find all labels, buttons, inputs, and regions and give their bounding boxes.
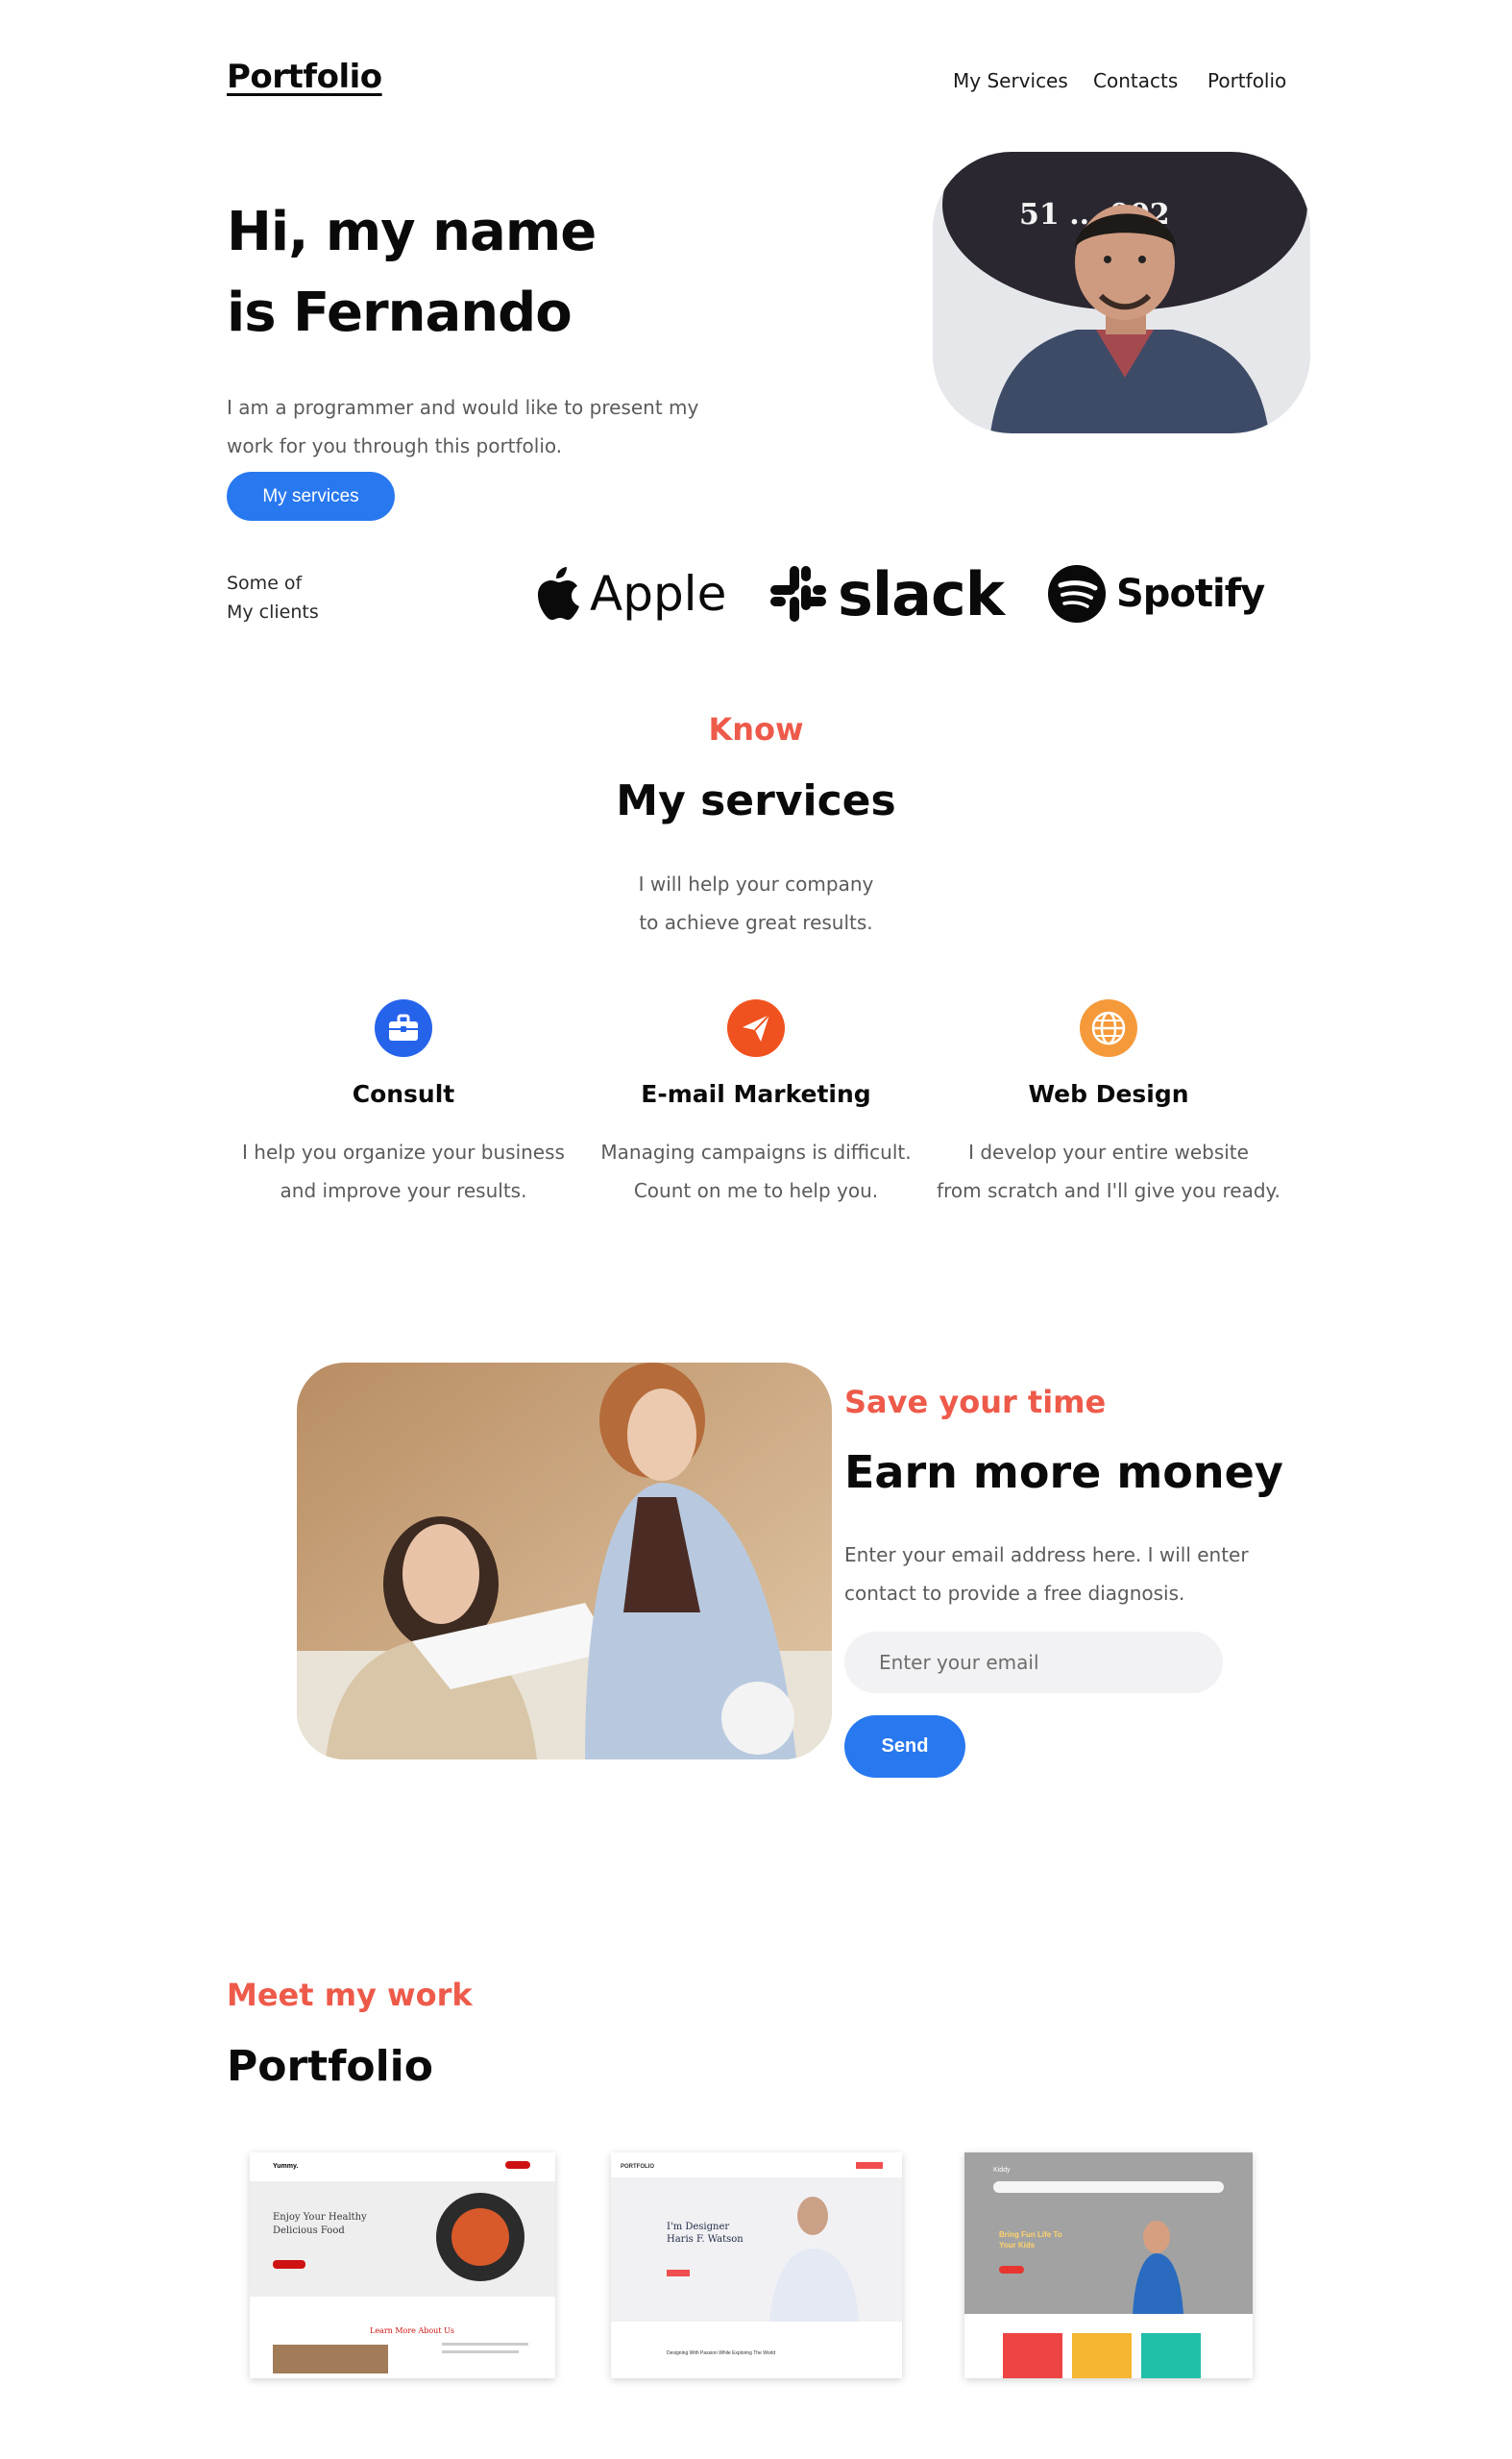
- globe-icon: [1080, 999, 1137, 1057]
- save-text-line1: Enter your email address here. I will en…: [844, 1543, 1249, 1566]
- meeting-photo-illustration: [297, 1363, 832, 1759]
- nav-portfolio[interactable]: Portfolio: [1207, 69, 1286, 92]
- client-apple: Apple: [534, 555, 726, 632]
- service-name-consult: Consult: [352, 1080, 455, 1108]
- clients-label: Some of My clients: [227, 569, 380, 627]
- service-card-web-design: Web Design I develop your entire website…: [936, 999, 1281, 1210]
- meeting-photo: [297, 1363, 832, 1759]
- designer-headline-1: I'm Designer: [667, 2222, 729, 2232]
- service-desc-consult-line1: I help you organize your business: [242, 1141, 565, 1164]
- email-input[interactable]: [844, 1632, 1223, 1693]
- portfolio-item-designer[interactable]: PORTFOLIO I'm Designer Haris F. Watson D…: [611, 2152, 902, 2378]
- service-desc-consult-line2: and improve your results.: [280, 1179, 527, 1202]
- hero-title: Hi, my name is Fernando: [227, 192, 765, 354]
- briefcase-icon-glyph: [389, 1014, 418, 1041]
- services-title: My services: [616, 776, 896, 825]
- spotify-logo-icon: [1048, 565, 1106, 623]
- designer-site-preview: PORTFOLIO I'm Designer Haris F. Watson D…: [611, 2152, 902, 2378]
- designer-headline-2: Haris F. Watson: [667, 2234, 744, 2245]
- profile-photo-illustration: 51 ... 002: [933, 152, 1310, 433]
- profile-photo: 51 ... 002: [933, 152, 1310, 433]
- service-desc-email-line2: Count on me to help you.: [633, 1179, 879, 1202]
- services-subtitle-line2: to achieve great results.: [639, 911, 873, 934]
- apple-logo-icon: [538, 567, 579, 620]
- services-subtitle: I will help your company to achieve grea…: [0, 865, 1512, 942]
- send-button[interactable]: Send: [844, 1715, 965, 1778]
- kiddy-brand: Kiddy: [993, 2167, 1011, 2174]
- client-slack-name: slack: [838, 558, 1005, 629]
- yummy-site-preview: Yummy. Enjoy Your Healthy Delicious Food…: [250, 2152, 555, 2378]
- paper-plane-icon-glyph: [743, 1014, 770, 1042]
- service-card-email-marketing: E-mail Marketing Managing campaigns is d…: [583, 999, 929, 1210]
- work-eyebrow: Meet my work: [227, 1977, 473, 2013]
- kiddy-headline-1: Bring Fun Life To: [999, 2230, 1062, 2239]
- services-subtitle-line1: I will help your company: [638, 873, 874, 896]
- service-desc-email-marketing: Managing campaigns is difficult. Count o…: [583, 1133, 929, 1210]
- paper-plane-icon: [727, 999, 785, 1057]
- yummy-headline-1: Enjoy Your Healthy: [273, 2212, 367, 2223]
- services-eyebrow: Know: [708, 711, 804, 748]
- save-text: Enter your email address here. I will en…: [844, 1536, 1267, 1612]
- hero-intro-line1: I am a programmer and would like to pres…: [227, 396, 699, 419]
- service-card-consult: Consult I help you organize your busines…: [231, 999, 576, 1210]
- slack-logo-icon: [770, 566, 826, 622]
- site-logo[interactable]: Portfolio: [227, 58, 382, 96]
- client-slack: slack: [768, 555, 1005, 632]
- save-eyebrow: Save your time: [844, 1384, 1107, 1420]
- client-apple-name: Apple: [590, 566, 727, 622]
- kiddy-headline-2: Your Kids: [999, 2241, 1036, 2250]
- hero-title-line2: is Fernando: [227, 282, 573, 344]
- portfolio-item-kiddy[interactable]: Kiddy Bring Fun Life To Your Kids: [964, 2152, 1253, 2378]
- kiddy-site-preview: Kiddy Bring Fun Life To Your Kids: [964, 2152, 1253, 2378]
- service-desc-web-line1: I develop your entire website: [968, 1141, 1249, 1164]
- service-name-web-design: Web Design: [1028, 1080, 1189, 1108]
- designer-brand: PORTFOLIO: [621, 2164, 654, 2170]
- nav-contacts[interactable]: Contacts: [1093, 69, 1178, 92]
- clients-label-line2: My clients: [227, 602, 319, 623]
- designer-footer: Designing With Passion While Exploring T…: [667, 2350, 775, 2356]
- my-services-button[interactable]: My services: [227, 472, 395, 521]
- hero-title-line1: Hi, my name: [227, 201, 597, 263]
- portfolio-item-yummy[interactable]: Yummy. Enjoy Your Healthy Delicious Food…: [250, 2152, 555, 2378]
- clients-label-line1: Some of: [227, 573, 303, 594]
- save-title: Earn more money: [844, 1446, 1283, 1498]
- service-desc-consult: I help you organize your business and im…: [231, 1133, 576, 1210]
- client-spotify: Spotify: [1047, 555, 1265, 632]
- yummy-footer: Learn More About Us: [370, 2326, 454, 2335]
- hero-intro: I am a programmer and would like to pres…: [227, 388, 726, 465]
- client-spotify-name: Spotify: [1116, 572, 1265, 616]
- globe-icon-glyph: [1091, 1011, 1126, 1045]
- service-desc-web-design: I develop your entire website from scrat…: [936, 1133, 1281, 1210]
- yummy-brand: Yummy.: [273, 2163, 298, 2170]
- nav-my-services[interactable]: My Services: [953, 69, 1068, 92]
- service-name-email-marketing: E-mail Marketing: [641, 1080, 871, 1108]
- briefcase-icon: [375, 999, 432, 1057]
- work-title: Portfolio: [227, 2042, 433, 2091]
- service-desc-web-line2: from scratch and I'll give you ready.: [937, 1179, 1280, 1202]
- yummy-headline-2: Delicious Food: [273, 2225, 345, 2236]
- hero-intro-line2: work for you through this portfolio.: [227, 434, 563, 457]
- service-desc-email-line1: Managing campaigns is difficult.: [600, 1141, 912, 1164]
- save-text-line2: contact to provide a free diagnosis.: [844, 1582, 1185, 1605]
